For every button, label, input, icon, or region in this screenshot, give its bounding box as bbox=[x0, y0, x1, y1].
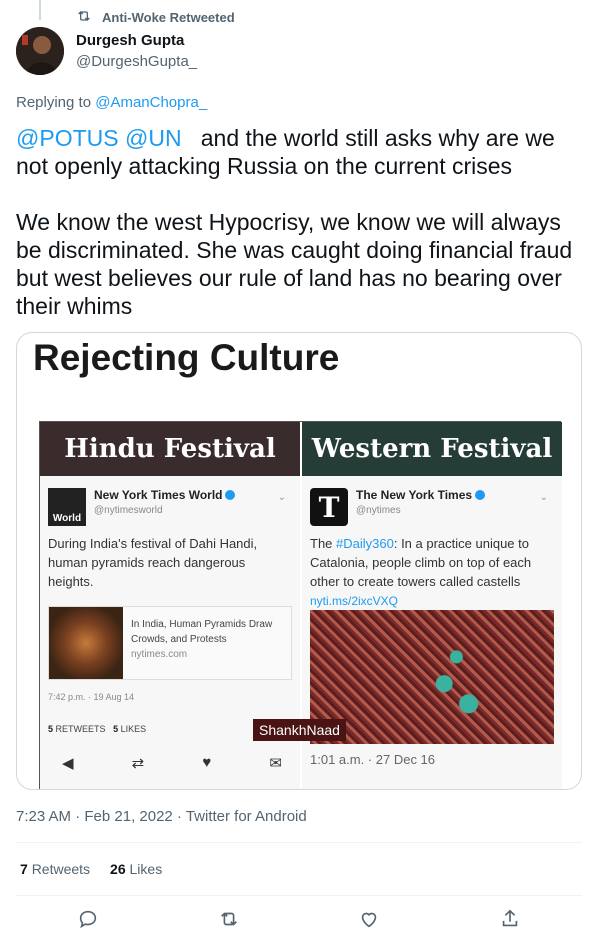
divider bbox=[16, 842, 582, 843]
left-tweet-actions: ◀ ⇄ ♥ ✉ bbox=[62, 754, 282, 772]
heart-icon: ♥ bbox=[202, 754, 212, 771]
retweet-label[interactable]: Anti-Woke Retweeted bbox=[102, 10, 235, 25]
left-link-source: nytimes.com bbox=[131, 649, 188, 660]
tweet-text: @POTUS @UN and the world still asks why … bbox=[16, 124, 586, 320]
left-link-card: In India, Human Pyramids Draw Crowds, an… bbox=[48, 606, 292, 680]
share-icon[interactable] bbox=[499, 908, 521, 930]
left-account-handle: @nytimesworld bbox=[94, 505, 163, 516]
retweet-icon bbox=[76, 8, 92, 27]
left-retweets-count: 5 bbox=[48, 724, 54, 734]
retweet-icon[interactable] bbox=[218, 908, 240, 930]
left-tweet-time: 7:42 p.m. · 19 Aug 14 bbox=[48, 692, 135, 702]
right-account-name: The New York Times bbox=[356, 488, 473, 502]
media-title: Rejecting Culture bbox=[33, 337, 340, 378]
daily360-hashtag: #Daily360 bbox=[336, 536, 394, 551]
right-embedded-tweet: T The New York Times @nytimes ⌄ The #Dai… bbox=[302, 476, 562, 789]
mention-potus[interactable]: @POTUS bbox=[16, 125, 119, 151]
avatar[interactable] bbox=[16, 27, 64, 75]
watermark: ShankhNaad bbox=[253, 719, 346, 741]
left-embedded-tweet: World New York Times World @nytimesworld… bbox=[40, 476, 300, 789]
tweet-timestamp[interactable]: 7:23 AM · Feb 21, 2022 · Twitter for And… bbox=[16, 808, 307, 825]
author-name[interactable]: Durgesh Gupta bbox=[76, 32, 197, 49]
chevron-down-icon: ⌄ bbox=[539, 492, 548, 503]
tweet-paragraph-2: We know the west Hypocrisy, we know we w… bbox=[16, 209, 573, 319]
nyt-logo: T bbox=[310, 488, 348, 526]
mention-un[interactable]: @UN bbox=[125, 125, 182, 151]
chevron-down-icon: ⌄ bbox=[277, 492, 286, 503]
western-festival-header: Western Festival bbox=[302, 422, 562, 476]
author-block: Durgesh Gupta @DurgeshGupta_ bbox=[76, 32, 197, 70]
right-tweet-link: nyti.ms/2ixcVXQ bbox=[310, 594, 399, 608]
retweet-context: Anti-Woke Retweeted bbox=[76, 8, 235, 27]
left-link-title: In India, Human Pyramids Draw Crowds, an… bbox=[131, 619, 273, 645]
replying-prefix: Replying to bbox=[16, 94, 96, 111]
replying-to-link[interactable]: @AmanChopra_ bbox=[95, 94, 207, 111]
retweets-count-link[interactable]: 7 Retweets bbox=[20, 861, 90, 877]
left-retweets-label: RETWEETS bbox=[55, 724, 106, 734]
human-pyramid-thumbnail bbox=[49, 607, 123, 679]
replying-to: Replying to @AmanChopra_ bbox=[16, 94, 207, 111]
left-likes-count: 5 bbox=[113, 724, 119, 734]
author-handle[interactable]: @DurgeshGupta_ bbox=[76, 53, 197, 70]
right-tweet-text: The #Daily360: In a practice unique to C… bbox=[310, 536, 532, 608]
reply-arrow-icon: ◀ bbox=[62, 755, 74, 772]
left-likes-label: LIKES bbox=[120, 724, 147, 734]
verified-icon bbox=[225, 490, 236, 500]
left-account-name: New York Times World bbox=[94, 488, 223, 502]
left-tweet-stats: 5 RETWEETS 5 LIKES bbox=[48, 724, 146, 734]
reply-icon[interactable] bbox=[77, 908, 99, 930]
right-account-handle: @nytimes bbox=[356, 505, 401, 516]
right-tweet-time: 1:01 a.m. · 27 Dec 16 bbox=[310, 752, 436, 767]
engagement-counts: 7 Retweets 26 Likes bbox=[20, 861, 162, 877]
likes-count-link[interactable]: 26 Likes bbox=[110, 861, 162, 877]
like-icon[interactable] bbox=[358, 908, 380, 930]
thread-line bbox=[39, 0, 41, 20]
nyt-world-logo: World bbox=[48, 488, 86, 526]
retweet-icon: ⇄ bbox=[131, 755, 145, 772]
media-image[interactable]: Rejecting Culture Hindu Festival Western… bbox=[16, 332, 582, 790]
verified-icon bbox=[475, 490, 486, 500]
left-tweet-text: During India's festival of Dahi Handi, h… bbox=[48, 536, 258, 589]
message-icon: ✉ bbox=[269, 755, 282, 772]
divider bbox=[16, 895, 582, 896]
castells-photo bbox=[310, 610, 554, 744]
tweet-actions bbox=[0, 908, 598, 932]
hindu-festival-header: Hindu Festival bbox=[40, 422, 300, 476]
